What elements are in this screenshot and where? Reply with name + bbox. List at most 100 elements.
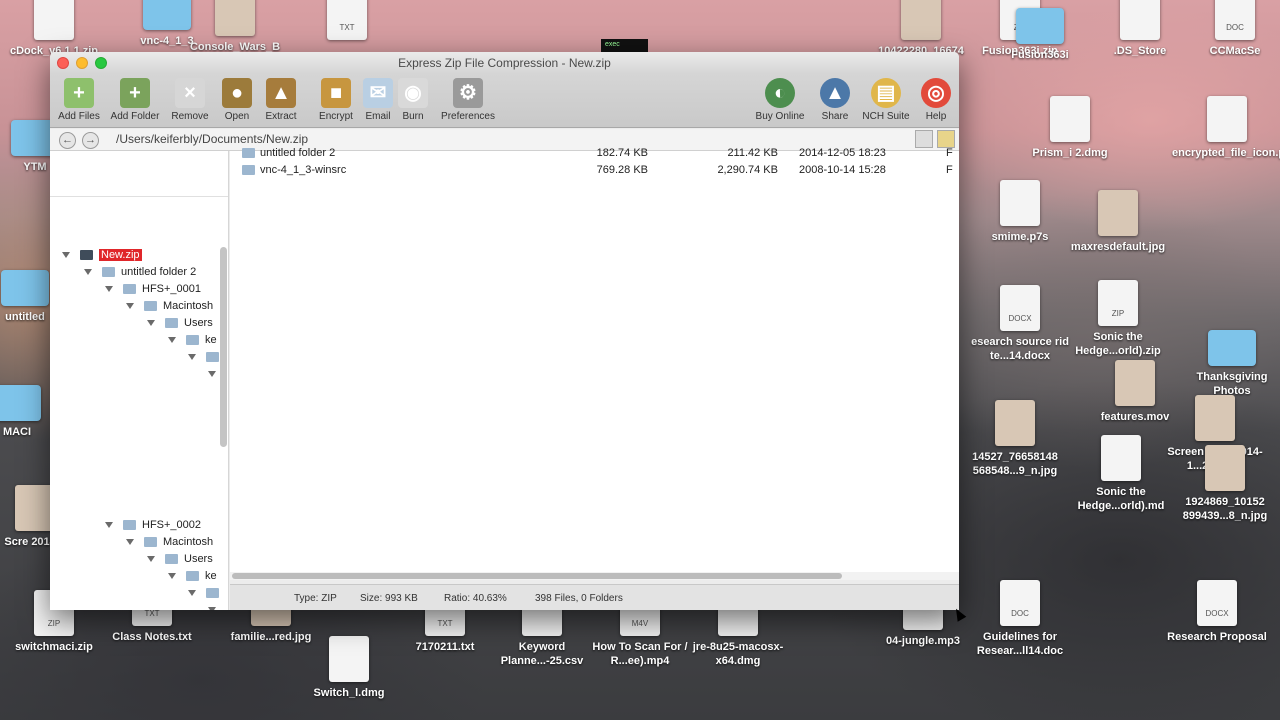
toolbar-add-folder-button[interactable]: + Add Folder xyxy=(107,78,163,122)
document-icon xyxy=(34,0,74,40)
tree-item[interactable]: Macintosh xyxy=(126,298,213,314)
back-button[interactable]: ← xyxy=(59,132,76,149)
folder-icon xyxy=(242,165,255,175)
minimize-window-button[interactable] xyxy=(76,57,88,69)
desktop-icon-label: features.mov xyxy=(1100,411,1170,423)
disclosure-triangle-icon[interactable] xyxy=(105,522,113,529)
disclosure-triangle-icon[interactable] xyxy=(188,590,196,597)
desktop-icon[interactable]: DOCX esearch source rid te...14.docx xyxy=(965,285,1075,363)
desktop-icon-label: Prism_i 2.dmg xyxy=(1032,147,1108,159)
tree-item[interactable]: HFS+_0002 xyxy=(105,517,201,533)
desktop-icon[interactable]: 10422280_16674 xyxy=(866,0,976,58)
toolbar: + Add Files + Add Folder × Remove ● Open ▲ Extrac… xyxy=(50,74,959,128)
tree-item-label: HFS+_0001 xyxy=(142,283,202,295)
add-files-icon: + xyxy=(64,78,94,108)
disclosure-triangle-icon[interactable] xyxy=(147,556,155,563)
toolbar-share-button[interactable]: ▲ Share xyxy=(807,78,863,122)
image-thumbnail-icon xyxy=(1195,395,1235,441)
close-window-button[interactable] xyxy=(57,57,69,69)
tree-item[interactable]: ke xyxy=(168,568,217,584)
horizontal-scroll-thumb[interactable] xyxy=(232,573,842,579)
desktop-icon[interactable]: .DS_Store xyxy=(1085,0,1195,58)
folder-icon xyxy=(186,335,199,346)
tree-item[interactable]: Macintosh xyxy=(126,534,213,550)
file-row[interactable]: vnc-4_1_3-winsrc 769.28 KB 2,290.74 KB 2008… xyxy=(230,162,959,179)
exec-thumbnail[interactable]: exec xyxy=(601,39,648,53)
burn-icon: ◉ xyxy=(398,78,428,108)
desktop-icon-label: esearch source rid te...14.docx xyxy=(971,336,1069,362)
tree-item-label: untitled folder 2 xyxy=(121,266,197,278)
document-icon xyxy=(1050,96,1090,142)
desktop-icon[interactable]: 14527_76658148 568548...9_n.jpg xyxy=(960,400,1070,478)
desktop-icon[interactable]: smime.p7s xyxy=(965,180,1075,244)
horizontal-scrollbar[interactable] xyxy=(230,572,959,580)
sidebar-scrollbar[interactable] xyxy=(220,247,227,447)
toolbar-help-button[interactable]: ◎ Help xyxy=(908,78,959,122)
desktop-icon[interactable]: cDock_v6.1.1.zip xyxy=(0,0,109,58)
desktop-icon[interactable]: Thanksgiving Photos xyxy=(1177,330,1280,398)
tree-item[interactable]: HFS+_0001 xyxy=(105,281,201,297)
path-field[interactable]: /Users/keiferbly/Documents/New.zip xyxy=(116,132,308,146)
title-bar[interactable]: Express Zip File Compression - New.zip xyxy=(50,52,959,74)
disclosure-triangle-icon[interactable] xyxy=(126,539,134,546)
desktop-icon[interactable]: DOCX Research Proposal xyxy=(1162,580,1272,644)
disclosure-triangle-icon[interactable] xyxy=(105,286,113,293)
desktop-icon[interactable]: maxresdefault.jpg xyxy=(1063,190,1173,254)
tree-item[interactable] xyxy=(188,349,225,365)
desktop-icon[interactable]: 1924869_10152 899439...8_n.jpg xyxy=(1170,445,1280,523)
toolbar-button-label: Encrypt xyxy=(319,111,353,122)
desktop-icon[interactable]: ZIP Sonic the Hedge...orld).zip xyxy=(1063,280,1173,358)
disclosure-triangle-icon[interactable] xyxy=(168,337,176,344)
image-thumbnail-icon xyxy=(1098,190,1138,236)
file-type-tag: ZIP xyxy=(1111,309,1125,318)
toolbar-add-files-button[interactable]: + Add Files xyxy=(51,78,107,122)
tree-item[interactable]: Users xyxy=(147,315,213,331)
toolbar-burn-button[interactable]: ◉ Burn xyxy=(385,78,441,122)
file-attribute: F xyxy=(946,164,953,176)
disclosure-triangle-icon[interactable] xyxy=(208,371,216,378)
desktop-icon[interactable]: DOC Guidelines for Resear...ll14.doc xyxy=(965,580,1075,658)
desktop-icon[interactable]: Prism_i 2.dmg xyxy=(1015,96,1125,160)
desktop-icon[interactable]: Switch_l.dmg xyxy=(294,636,404,700)
file-type-tag: M4V xyxy=(631,619,649,628)
folder-icon xyxy=(0,385,41,421)
desktop-icon-label: Sonic the Hedge...orld).zip xyxy=(1075,331,1161,357)
disclosure-triangle-icon[interactable] xyxy=(62,252,70,259)
toolbar-preferences-button[interactable]: ⚙ Preferences xyxy=(439,78,497,122)
disclosure-triangle-icon[interactable] xyxy=(188,354,196,361)
tree-item[interactable]: untitled folder 2 xyxy=(84,264,196,280)
tree-item[interactable] xyxy=(208,366,226,382)
toolbar-extract-button[interactable]: ▲ Extract xyxy=(253,78,309,122)
file-type-tag: DOC xyxy=(1011,609,1029,618)
file-type-tag: ZIP xyxy=(47,619,61,628)
disclosure-triangle-icon[interactable] xyxy=(168,573,176,580)
tree-item[interactable]: New.zip xyxy=(62,247,142,263)
file-row[interactable]: untitled folder 2 182.74 KB 211.42 KB 2014-… xyxy=(230,145,959,162)
desktop-icon[interactable]: Console_Wars_B xyxy=(180,0,290,54)
disclosure-triangle-icon[interactable] xyxy=(147,320,155,327)
document-icon: ZIP xyxy=(1098,280,1138,326)
desktop-icon[interactable]: Fusion363i xyxy=(985,8,1095,62)
toolbar-nch-suite-button[interactable]: ▤ NCH Suite xyxy=(858,78,914,122)
extract-icon: ▲ xyxy=(266,78,296,108)
toolbar-buy-online-button[interactable]: ◐ Buy Online xyxy=(750,78,810,122)
document-icon xyxy=(1120,0,1160,40)
desktop-icon[interactable]: TXT xyxy=(292,0,402,44)
tree-item[interactable]: Users xyxy=(147,551,213,567)
desktop-icon-label: Guidelines for Resear...ll14.doc xyxy=(976,631,1064,657)
desktop-icon[interactable]: encrypted_file_icon.png xyxy=(1172,96,1280,160)
forward-button[interactable]: → xyxy=(82,132,99,149)
express-zip-window: Express Zip File Compression - New.zip +… xyxy=(50,52,959,610)
disclosure-triangle-icon[interactable] xyxy=(208,607,216,610)
tree-item[interactable] xyxy=(208,602,226,610)
disclosure-triangle-icon[interactable] xyxy=(126,303,134,310)
tree-item[interactable]: ke xyxy=(168,332,217,348)
desktop-icon[interactable]: DOC CCMacSe xyxy=(1180,0,1280,58)
tree-item[interactable] xyxy=(188,585,225,601)
desktop-icon[interactable]: Sonic the Hedge...orld).md xyxy=(1066,435,1176,513)
zoom-window-button[interactable] xyxy=(95,57,107,69)
disclosure-triangle-icon[interactable] xyxy=(84,269,92,276)
folder-icon xyxy=(80,250,93,261)
help-icon: ◎ xyxy=(921,78,951,108)
file-type-tag: TXT xyxy=(437,619,453,628)
